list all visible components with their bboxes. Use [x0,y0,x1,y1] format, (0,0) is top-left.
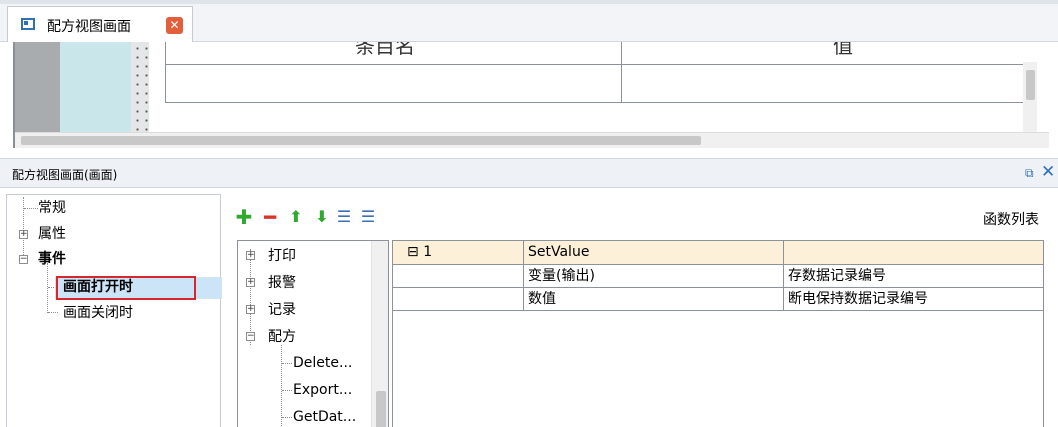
screen-icon [21,18,35,30]
function-tree-scroll-thumb[interactable] [376,391,386,427]
func-tree-item-getdata[interactable]: GetDat... [293,405,356,427]
preview-table: 条目名 值 [165,42,1037,132]
preview-row-line [165,102,1037,103]
preview-col-line [165,42,166,102]
tree-item-on-screen-close[interactable]: 画面关闭时 [63,301,133,325]
pin-window-icon[interactable]: ⧉ [1025,167,1037,179]
property-category-tree: 常规 + 属性 − 事件 画面打开时 画面关闭时 [6,194,222,427]
row-number: 1 [423,244,433,260]
panel-title: 配方视图画面(画面) [12,168,118,182]
function-tree-scrollbar[interactable] [371,241,388,427]
tree-guide-line [282,363,292,364]
tree-item-properties[interactable]: 属性 [38,222,66,246]
grid-col-line [783,241,784,310]
func-tree-item-delete[interactable]: Delete... [293,351,352,375]
grid-function-value[interactable] [784,241,1042,263]
preview-gray-column [15,42,60,132]
preview-row-line [165,64,1037,65]
tree-guide-line [23,197,24,259]
grid-row-line [393,264,1043,265]
add-icon[interactable]: ✚ [234,204,254,230]
tree-guide-line [281,345,282,427]
preview-header-entry-name: 条目名 [355,42,415,58]
expand-icon[interactable]: + [246,278,255,287]
preview-header-value: 值 [833,42,853,58]
tree-item-events[interactable]: 事件 [38,247,66,271]
func-tree-item-export[interactable]: Export... [293,378,352,402]
preview-horizontal-scroll-thumb[interactable] [21,136,701,145]
func-tree-item-recipe[interactable]: 配方 [268,325,296,349]
expand-icon[interactable]: + [19,230,28,239]
function-list-label[interactable]: 函数列表 [983,209,1039,229]
function-grid: ⊟ 1 SetValue 变量(输出) 存数据记录编号 数值 断电保持数据记录编… [392,240,1044,427]
func-tree-item-alarm[interactable]: 报警 [268,271,296,295]
tab-strip-top-border [0,0,1058,4]
expand-icon[interactable]: + [246,251,255,260]
close-tab-icon[interactable]: ✕ [166,17,183,34]
tab-strip: 配方视图画面 ✕ [0,0,1058,42]
close-icon[interactable]: ✕ [1041,163,1055,181]
grid-param-name: 变量(输出) [528,268,595,284]
tree-guide-line [282,390,292,391]
remove-icon[interactable]: ━ [260,204,280,230]
properties-panel-header: 配方视图画面(画面) ⧉ ✕ [0,158,1058,188]
grid-param-value[interactable]: 存数据记录编号 [784,265,1042,287]
move-down-icon[interactable]: ⬇ [312,204,332,230]
tree-item-general[interactable]: 常规 [38,196,66,220]
indent-icon[interactable]: ☰ [334,204,354,230]
grid-row-line [393,310,1043,311]
move-up-icon[interactable]: ⬆ [286,204,306,230]
tree-guide-line [47,263,48,313]
grid-row-index[interactable]: ⊟ 1 [403,241,523,263]
tab-label: 配方视图画面 [47,19,131,35]
collapse-icon[interactable]: − [246,332,255,341]
func-tree-item-print[interactable]: 打印 [268,244,296,268]
expand-icon[interactable]: + [246,305,255,314]
tab-recipe-view-screen[interactable]: 配方视图画面 ✕ [7,6,193,42]
preview-horizontal-scrollbar[interactable] [15,132,1049,148]
window: 配方视图画面 ✕ 条目名 值 配方视图画面(画面) ⧉ ✕ 常规 + 属性 − … [0,0,1058,427]
collapse-icon[interactable]: ⊟ [407,244,419,260]
grid-param-value[interactable]: 断电保持数据记录编号 [784,288,1042,310]
outdent-icon[interactable]: ☰ [358,204,378,230]
grid-function-name[interactable]: SetValue [524,241,782,263]
grid-param-name: 数值 [528,291,556,307]
func-tree-item-log[interactable]: 记录 [268,298,296,322]
preview-vertical-scrollbar[interactable] [1023,62,1037,132]
preview-vertical-scroll-thumb[interactable] [1026,70,1035,100]
grid-col-line [523,241,524,310]
grid-row-line [393,287,1043,288]
tree-guide-line [48,312,58,313]
recipe-view-preview: 条目名 值 [13,42,1049,148]
preview-cyan-column [60,42,131,132]
collapse-icon[interactable]: − [19,255,28,264]
tree-item-on-screen-open[interactable]: 画面打开时 [63,275,133,299]
tree-guide-line [24,208,38,209]
preview-col-line [621,42,622,102]
preview-dotted-strip [131,42,149,132]
function-tree: + 打印 + 报警 + 记录 − 配方 Delete... Export... … [237,240,389,427]
tree-guide-line [282,417,292,418]
